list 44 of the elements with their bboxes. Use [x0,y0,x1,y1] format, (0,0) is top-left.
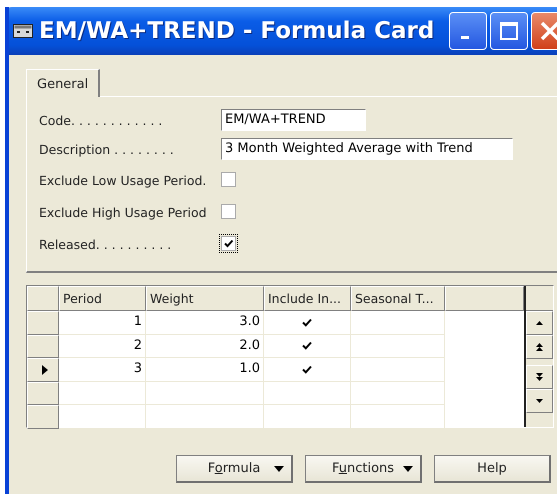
field-label: Exclude Low Usage Period. [39,172,206,188]
double-down-arrow-icon [536,373,543,381]
tab[interactable]: General [26,69,100,97]
text-field[interactable]: EM/WA+TREND [221,108,366,130]
field-label: Exclude High Usage Period [39,204,207,220]
close-icon [539,20,557,42]
checkbox[interactable] [221,236,236,250]
column-header[interactable]: Period [59,286,146,311]
checkbox[interactable] [221,172,236,186]
table-cell: 3.0 [146,311,264,334]
checkbox[interactable] [221,204,236,218]
command-button[interactable]: Functions [305,455,422,483]
scroll-up-button[interactable] [526,311,553,335]
column-header[interactable]: Seasonal T... [351,286,445,311]
check-icon [302,341,312,350]
command-button[interactable]: Formula [176,455,293,483]
window-title: EM/WA+TREND - Formula Card [39,18,434,44]
maximize-button[interactable] [490,12,528,50]
command-button[interactable]: Help [434,455,551,483]
field-label: Released. . . . . . . . . . [39,236,172,252]
up-arrow-icon [536,321,543,325]
maximize-icon [499,21,519,41]
check-icon [302,364,312,374]
current-row-icon [42,364,48,375]
table-cell: 3 [59,358,146,382]
table-cell: 1.0 [146,358,264,382]
row-header[interactable] [27,358,59,382]
page-down-button[interactable] [526,365,553,389]
field-label: Code. . . . . . . . . . . . [39,113,162,128]
minimize-button[interactable] [449,12,487,50]
down-arrow-icon [536,399,543,403]
window-icon [13,24,33,38]
column-header[interactable]: Include In... [264,286,351,311]
page-up-button[interactable] [526,335,553,359]
scroll-down-button[interactable] [526,389,553,413]
table-cell: 2.0 [146,334,264,358]
table-cell: 2 [59,334,146,358]
check-icon [302,318,312,327]
column-header[interactable]: Weight [146,286,264,311]
text-field[interactable]: 3 Month Weighted Average with Trend [221,138,513,160]
double-up-arrow-icon [536,343,543,351]
minimize-icon [461,36,469,38]
table-cell: 1 [59,311,146,334]
field-label: Description . . . . . . . . [39,142,174,157]
